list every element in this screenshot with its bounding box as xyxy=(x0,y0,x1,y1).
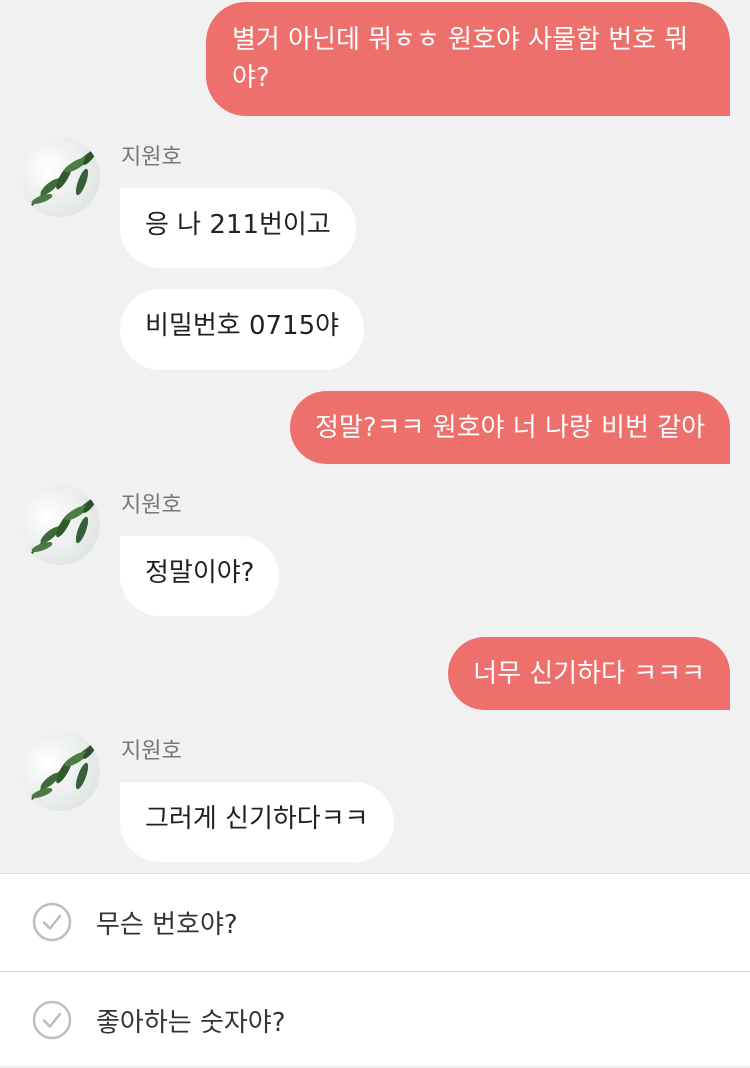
incoming-message: 응 나 211번이고 xyxy=(120,188,356,268)
leaf-photo-icon xyxy=(29,494,99,556)
sender-name: 지원호 xyxy=(121,739,182,764)
contact-avatar xyxy=(20,731,100,811)
quick-reply-label: 좋아하는 숫자야? xyxy=(96,1007,286,1038)
message-text: 그러게 신기하다ㅋㅋ xyxy=(145,804,369,834)
sender-name: 지원호 xyxy=(121,493,182,518)
leaf-photo-icon xyxy=(29,146,99,208)
message-text: 응 나 211번이고 xyxy=(145,210,331,240)
checkmark-circle-icon xyxy=(32,902,72,942)
quick-reply-label: 무슨 번호야? xyxy=(96,909,238,940)
quick-reply-option[interactable]: 좋아하는 숫자야? xyxy=(0,972,750,1068)
message-text: 정말?ㅋㅋ 원호야 너 나랑 비번 같아 xyxy=(314,413,705,443)
sender-name: 지원호 xyxy=(121,145,182,170)
message-text: 너무 신기하다 ㅋㅋㅋ xyxy=(473,659,705,689)
checkmark-circle-icon xyxy=(32,1000,72,1040)
contact-avatar xyxy=(20,485,100,565)
message-text: 정말이야? xyxy=(145,558,255,588)
quick-reply-option[interactable]: 무슨 번호야? xyxy=(0,874,750,970)
outgoing-message: 너무 신기하다 ㅋㅋㅋ xyxy=(448,637,730,710)
contact-avatar xyxy=(20,137,100,217)
message-text-line: 야? xyxy=(232,63,270,93)
quick-reply-panel: 무슨 번호야? 좋아하는 숫자야? xyxy=(0,873,750,1066)
outgoing-message: 정말?ㅋㅋ 원호야 너 나랑 비번 같아 xyxy=(289,391,730,464)
message-text: 비밀번호 0715야 xyxy=(145,311,340,341)
incoming-message: 비밀번호 0715야 xyxy=(120,289,365,370)
message-text-line: 별거 아닌데 뭐ㅎㅎ 원호야 사물함 번호 뭐 xyxy=(232,25,689,55)
outgoing-message: 별거 아닌데 뭐ㅎㅎ 원호야 사물함 번호 뭐 야? xyxy=(206,2,730,116)
leaf-photo-icon xyxy=(29,740,99,802)
incoming-message: 정말이야? xyxy=(120,536,280,616)
incoming-message: 그러게 신기하다ㅋㅋ xyxy=(120,782,394,862)
